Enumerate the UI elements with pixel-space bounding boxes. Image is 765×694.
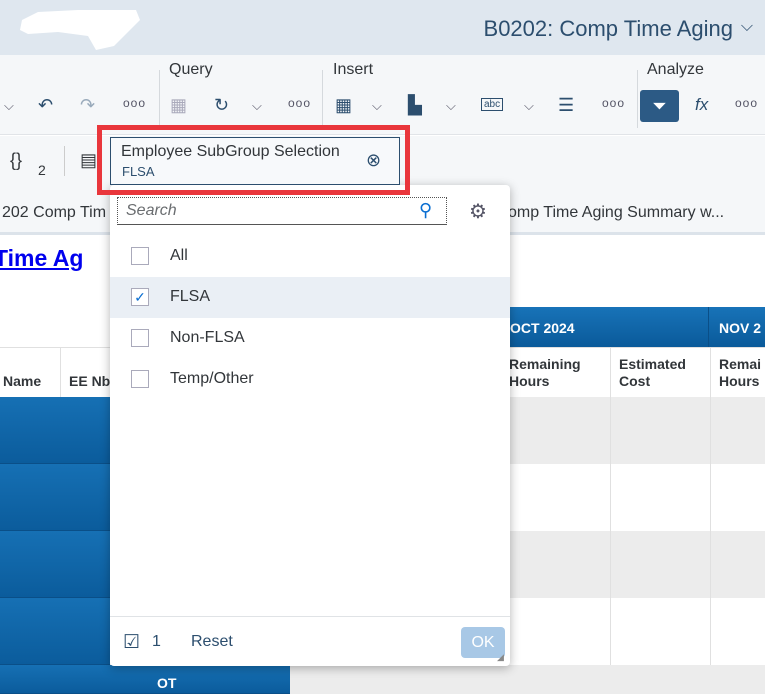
table-cell bbox=[0, 464, 60, 531]
list-icon[interactable]: ☰ bbox=[558, 95, 574, 116]
group-analyze-label: Analyze bbox=[647, 61, 704, 78]
highlight-box bbox=[97, 125, 410, 195]
checkbox[interactable] bbox=[131, 370, 149, 388]
more-icon[interactable]: ooo bbox=[123, 96, 146, 110]
divider bbox=[64, 146, 65, 176]
more-icon[interactable]: ooo bbox=[735, 96, 758, 110]
nc-logo-icon bbox=[20, 10, 140, 50]
tab-comp-time[interactable]: 202 Comp Tim bbox=[2, 204, 106, 222]
checkbox[interactable] bbox=[131, 329, 149, 347]
table-cell bbox=[60, 531, 110, 598]
group-insert-label: Insert bbox=[333, 61, 374, 78]
item-label: All bbox=[170, 247, 188, 264]
gear-icon[interactable]: ⚙ bbox=[469, 199, 487, 224]
table-cell bbox=[0, 598, 60, 665]
column-header: EE Nb bbox=[69, 373, 111, 389]
search-placeholder: Search bbox=[126, 202, 177, 219]
undo-icon[interactable]: ↶ bbox=[38, 95, 53, 116]
chart-icon[interactable]: ▙ bbox=[408, 95, 422, 116]
month-header: OCT 2024 bbox=[510, 320, 575, 336]
divider bbox=[159, 70, 160, 128]
month-header: NOV 2 bbox=[719, 320, 762, 336]
checkbox[interactable] bbox=[131, 247, 149, 265]
variables-count: 2 bbox=[38, 162, 46, 178]
item-label: FLSA bbox=[170, 288, 211, 305]
selected-count: 1 bbox=[152, 633, 161, 650]
report-title-link[interactable]: Time Ag bbox=[0, 245, 83, 272]
selected-check-icon: ☑ bbox=[123, 632, 141, 653]
query-settings-icon[interactable]: ▦ bbox=[170, 95, 187, 116]
chevron-down-icon[interactable]: ⌵ bbox=[252, 98, 262, 114]
divider bbox=[610, 347, 611, 665]
chevron-down-icon[interactable]: ⌵ bbox=[4, 98, 14, 114]
table-cell bbox=[60, 397, 110, 464]
divider bbox=[110, 616, 510, 617]
filter-button[interactable]: ⏷ bbox=[640, 90, 679, 122]
search-icon[interactable]: ⚲ bbox=[419, 200, 432, 221]
text-icon[interactable]: abc bbox=[481, 98, 504, 111]
app-header: B0202: Comp Time Aging ⌵ bbox=[0, 0, 765, 55]
app-title[interactable]: B0202: Comp Time Aging bbox=[484, 16, 733, 42]
divider bbox=[710, 347, 711, 665]
formula-button[interactable]: fx bbox=[695, 95, 708, 115]
table-cell-ot: OT bbox=[148, 665, 290, 694]
divider bbox=[708, 307, 709, 347]
table-cell bbox=[60, 665, 148, 694]
checkbox-checked[interactable]: ✓ bbox=[131, 288, 149, 306]
divider bbox=[322, 70, 323, 128]
table-row bbox=[290, 665, 765, 694]
redo-icon[interactable]: ↷ bbox=[80, 95, 95, 116]
chevron-down-icon[interactable]: ⌵ bbox=[446, 98, 456, 114]
item-label: Temp/Other bbox=[170, 370, 254, 387]
tab-summary[interactable]: omp Time Aging Summary w... bbox=[508, 204, 724, 222]
column-header: Remaining Hours bbox=[509, 356, 581, 389]
more-icon[interactable]: ooo bbox=[288, 96, 311, 110]
table-cell bbox=[0, 665, 60, 694]
table-cell bbox=[60, 598, 110, 665]
column-header: Name bbox=[3, 373, 42, 389]
table-cell bbox=[0, 397, 60, 464]
column-header: Remai Hours bbox=[719, 356, 762, 389]
column-header: Estimated Cost bbox=[619, 356, 686, 389]
refresh-icon[interactable]: ↻ bbox=[214, 95, 229, 116]
table-row bbox=[500, 397, 765, 464]
chevron-down-icon[interactable]: ⌵ bbox=[524, 98, 534, 114]
more-icon[interactable]: ooo bbox=[602, 96, 625, 110]
divider bbox=[60, 347, 61, 397]
resize-handle-icon[interactable]: ◢ bbox=[497, 652, 504, 663]
item-label: Non-FLSA bbox=[170, 329, 245, 346]
chevron-down-icon[interactable]: ⌵ bbox=[741, 18, 753, 36]
table-cell bbox=[60, 464, 110, 531]
table-icon[interactable]: ▦ bbox=[335, 95, 352, 116]
chevron-down-icon[interactable]: ⌵ bbox=[372, 98, 382, 114]
variables-icon[interactable]: {} bbox=[10, 150, 22, 171]
document-icon[interactable]: ▤ bbox=[80, 150, 97, 171]
divider bbox=[637, 70, 638, 128]
table-row bbox=[500, 531, 765, 598]
reset-button[interactable]: Reset bbox=[191, 633, 233, 651]
table-cell bbox=[0, 531, 60, 598]
group-query-label: Query bbox=[169, 61, 213, 78]
filter-icon: ⏷ bbox=[652, 96, 667, 116]
